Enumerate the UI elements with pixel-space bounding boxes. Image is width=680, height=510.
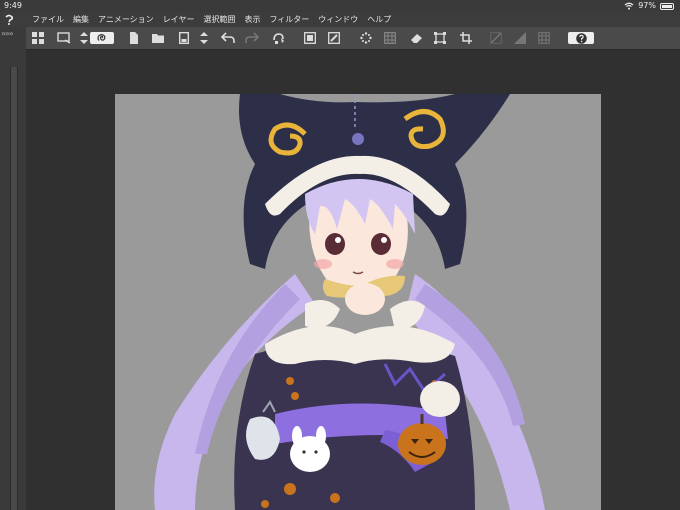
- menu-selection[interactable]: 選択範囲: [203, 12, 235, 27]
- menu-view[interactable]: 表示: [244, 12, 260, 27]
- save-icon[interactable]: [176, 30, 192, 46]
- menu-layer[interactable]: レイヤー: [163, 12, 195, 27]
- layer-panel-icon[interactable]: [302, 30, 318, 46]
- battery-percent: 97%: [638, 1, 656, 10]
- disabled-grid-icon[interactable]: [536, 30, 552, 46]
- menu-bar: ファイル 編集 アニメーション レイヤー 選択範囲 表示 フィルター ウィンドウ…: [0, 12, 680, 27]
- layout-grid-icon[interactable]: [30, 30, 46, 46]
- battery-level: [662, 4, 672, 8]
- spiral-icon[interactable]: [90, 32, 114, 44]
- fill-bucket-icon[interactable]: [270, 30, 286, 46]
- status-right: 97%: [624, 0, 674, 12]
- undo-icon[interactable]: [220, 30, 236, 46]
- artwork-illustration: [154, 94, 545, 510]
- status-bar: 9:49 97%: [0, 0, 680, 12]
- open-folder-icon[interactable]: [150, 30, 166, 46]
- brush-panel-icon[interactable]: [326, 30, 342, 46]
- wifi-icon: [624, 2, 634, 10]
- panel-strip[interactable]: [10, 67, 18, 510]
- status-time: 9:49: [4, 1, 22, 10]
- help-icon[interactable]: [568, 32, 594, 44]
- menu-items: ファイル 編集 アニメーション レイヤー 選択範囲 表示 フィルター ウィンドウ…: [32, 12, 391, 27]
- save-arrows-icon[interactable]: [196, 30, 212, 46]
- new-file-icon[interactable]: [126, 30, 142, 46]
- menu-window[interactable]: ウィンドウ: [318, 12, 358, 27]
- window-mode-icon[interactable]: [56, 30, 72, 46]
- drawing-canvas[interactable]: [115, 94, 601, 510]
- expand-panels-icon[interactable]: »»»: [1, 29, 14, 38]
- disabled-slash-icon[interactable]: [488, 30, 504, 46]
- menu-file[interactable]: ファイル: [32, 12, 64, 27]
- redo-icon[interactable]: [244, 30, 260, 46]
- crop-icon[interactable]: [458, 30, 474, 46]
- eraser-icon[interactable]: [408, 30, 424, 46]
- menu-edit[interactable]: 編集: [73, 12, 89, 27]
- app-logo-icon[interactable]: [3, 13, 16, 26]
- select-box-icon[interactable]: [432, 30, 448, 46]
- battery-icon: [660, 2, 674, 10]
- menu-help[interactable]: ヘルプ: [367, 12, 391, 27]
- menu-filter[interactable]: フィルター: [269, 12, 309, 27]
- dotted-select-icon[interactable]: [358, 30, 374, 46]
- disabled-fill-icon[interactable]: [512, 30, 528, 46]
- menu-animation[interactable]: アニメーション: [98, 12, 154, 27]
- toolbar: [26, 27, 680, 50]
- transform-grid-icon[interactable]: [382, 30, 398, 46]
- left-rail: »»»: [0, 27, 26, 510]
